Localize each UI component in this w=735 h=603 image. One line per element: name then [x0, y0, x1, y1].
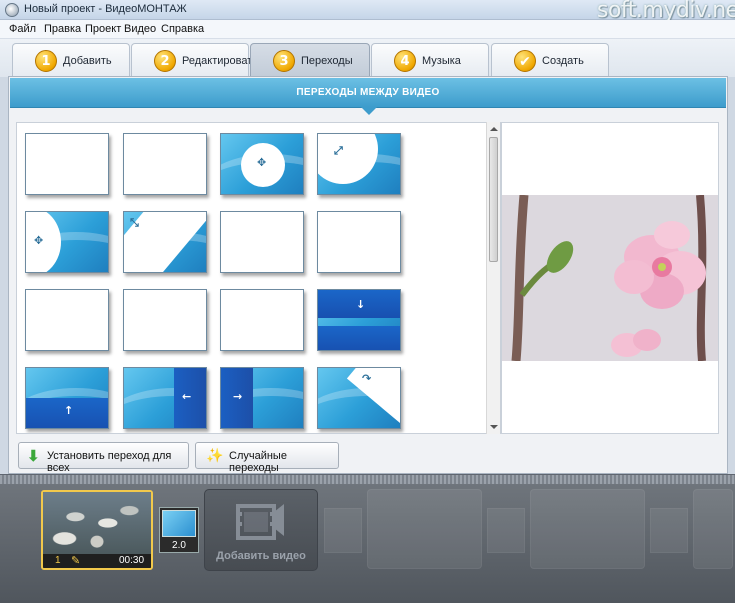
timeline-clip[interactable]: 1 ✎ 00:30	[41, 490, 153, 570]
preview-panel	[501, 122, 719, 434]
arrow-right-icon: →	[233, 390, 243, 403]
transition-thumb[interactable]	[123, 289, 207, 351]
transition-thumb[interactable]: →	[220, 367, 304, 429]
tab-label: Переходы	[301, 55, 353, 67]
transition-thumb[interactable]: ⤡	[123, 211, 207, 273]
menu-project[interactable]: Проект	[85, 23, 121, 35]
transition-thumb[interactable]: ✥	[220, 133, 304, 195]
tab-transitions[interactable]: 3 Переходы	[250, 43, 370, 77]
empty-transition-slot	[487, 508, 525, 553]
step-number-badge: 1	[35, 50, 57, 72]
tab-label: Добавить	[63, 55, 112, 67]
diagonal-arrow-icon: ⤢	[334, 144, 343, 157]
section-title: ПЕРЕХОДЫ МЕЖДУ ВИДЕО	[296, 87, 440, 98]
header-notch	[361, 107, 377, 115]
step-number-badge: 4	[394, 50, 416, 72]
scroll-thumb[interactable]	[489, 137, 498, 262]
transition-thumb[interactable]: ↓	[25, 289, 109, 351]
empty-clip-slot	[530, 489, 645, 569]
timeline-separator	[0, 474, 735, 484]
add-video-slot[interactable]: Добавить видео	[204, 489, 318, 571]
step-number-badge: 3	[273, 50, 295, 72]
random-transitions-button[interactable]: ✨ Случайные переходы	[195, 442, 339, 474]
app-icon	[5, 3, 19, 17]
apply-all-button[interactable]: ⬇ Установить переход для всех	[18, 442, 189, 474]
transition-thumb[interactable]: ↑	[25, 367, 109, 429]
scroll-up-icon[interactable]	[490, 127, 498, 131]
menu-help[interactable]: Справка	[161, 23, 204, 35]
empty-transition-slot	[650, 508, 688, 553]
preview-image	[502, 195, 718, 361]
tab-label: Музыка	[422, 55, 461, 67]
random-label: Случайные переходы	[229, 450, 287, 474]
check-icon: ✔	[514, 50, 536, 72]
transition-duration: 2.0	[172, 540, 186, 551]
transition-thumb[interactable]: ✥	[25, 211, 109, 273]
clip-duration: 00:30	[119, 555, 145, 566]
step-number-badge: 2	[154, 50, 176, 72]
transition-thumb[interactable]	[123, 133, 207, 195]
magic-wand-icon: ✨	[206, 447, 224, 463]
arrow-down-icon: ↓	[62, 306, 76, 325]
steps-bar: 1 Добавить 2 Редактировать 3 Переходы 4 …	[0, 39, 735, 77]
scroll-down-icon[interactable]	[490, 425, 498, 429]
transition-thumb[interactable]	[220, 289, 304, 351]
diagonal-arrow-icon: ⤡	[130, 216, 139, 229]
transition-thumb[interactable]	[317, 211, 401, 273]
tab-create[interactable]: ✔ Создать	[491, 43, 609, 77]
transition-thumb[interactable]	[25, 133, 109, 195]
section-header: ПЕРЕХОДЫ МЕЖДУ ВИДЕО	[10, 78, 726, 108]
transition-thumb[interactable]: ←	[123, 367, 207, 429]
clip-info-bar: 1 ✎ 00:30	[43, 554, 151, 568]
menu-bar: Файл Правка Проект Видео Справка	[0, 20, 735, 39]
window-title: Новый проект - ВидеоМОНТАЖ	[24, 3, 187, 15]
arrow-down-icon: ↓	[356, 298, 366, 311]
curl-arrow-icon: ↷	[362, 372, 372, 385]
film-icon	[236, 504, 284, 540]
timeline-transition[interactable]: 2.0	[159, 507, 199, 553]
menu-file[interactable]: Файл	[9, 23, 36, 35]
transition-thumb[interactable]: ↓	[317, 289, 401, 351]
transition-thumb[interactable]: ←	[220, 211, 304, 273]
green-arrow-icon: ⬇	[27, 448, 40, 465]
apply-all-label: Установить переход для всех	[47, 450, 172, 474]
tab-label: Редактировать	[182, 55, 258, 67]
tab-label: Создать	[542, 55, 584, 67]
tab-music[interactable]: 4 Музыка	[371, 43, 489, 77]
transition-preview	[162, 510, 196, 537]
menu-edit[interactable]: Правка	[44, 23, 81, 35]
add-video-label: Добавить видео	[216, 550, 306, 562]
clip-thumbnail	[43, 492, 151, 554]
empty-transition-slot	[324, 508, 362, 553]
tab-add[interactable]: 1 Добавить	[12, 43, 130, 77]
grid-scrollbar[interactable]	[486, 122, 500, 434]
clip-index: 1	[55, 555, 61, 566]
edit-pencil-icon[interactable]: ✎	[71, 554, 80, 567]
menu-video[interactable]: Видео	[124, 23, 156, 35]
arrow-left-icon: ←	[277, 234, 287, 247]
arrow-left-icon: ←	[182, 390, 192, 403]
transition-thumb[interactable]: ↷	[317, 367, 401, 429]
empty-clip-slot	[367, 489, 482, 569]
transitions-grid: ✥ ⤢ ✥ ⤡ ← ↓ ↓ ↑ ← → ↷	[16, 122, 501, 434]
transition-thumb[interactable]: ⤢	[317, 133, 401, 195]
empty-clip-slot	[693, 489, 733, 569]
move-arrows-icon: ✥	[257, 156, 267, 169]
title-bar: Новый проект - ВидеоМОНТАЖ soft.mydiv.ne…	[0, 0, 735, 23]
move-arrows-icon: ✥	[34, 234, 44, 247]
arrow-up-icon: ↑	[64, 404, 74, 417]
tab-edit[interactable]: 2 Редактировать	[131, 43, 258, 77]
